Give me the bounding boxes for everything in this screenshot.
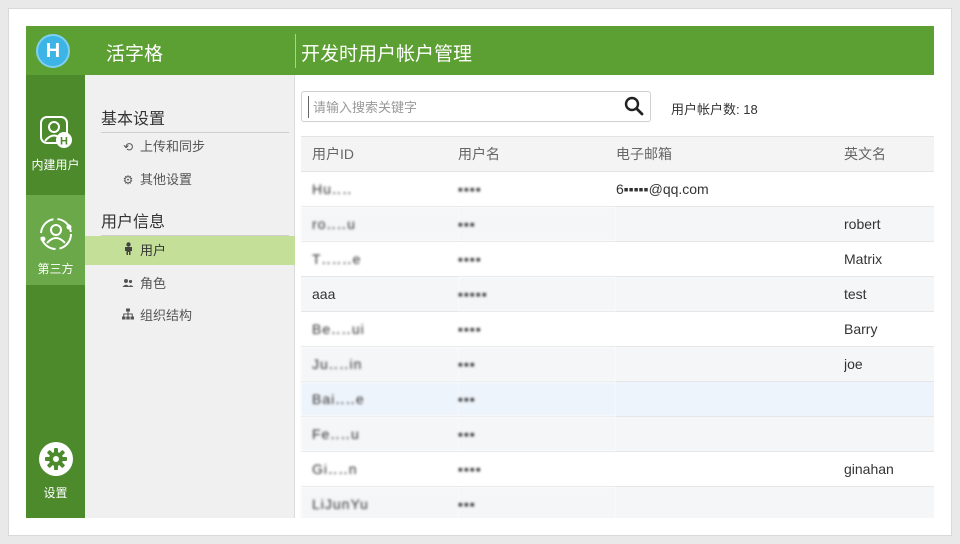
table-row[interactable]: T‥‥‥e ▪▪▪▪ Matrix	[301, 241, 934, 277]
sync-icon: ⟲	[122, 140, 134, 154]
cell-email	[616, 346, 844, 382]
rail-item-third-party[interactable]: 第三方	[26, 195, 85, 285]
section-basic-settings: 基本设置	[101, 105, 289, 133]
cell-user-id: T‥‥‥e	[301, 241, 458, 277]
gear-icon	[26, 441, 85, 480]
cell-email	[616, 276, 844, 312]
cell-email	[616, 451, 844, 487]
cell-username: ▪▪▪▪	[458, 311, 616, 347]
cell-email	[616, 381, 844, 417]
header-bar: H 活字格 开发时用户帐户管理	[26, 26, 934, 75]
cell-english-name: ginahan	[844, 451, 934, 487]
cell-user-id: Hu‥‥	[301, 171, 458, 207]
users-table: 用户ID 用户名 电子邮箱 英文名 Hu‥‥ ▪▪▪▪ 6▪▪▪▪▪@qq.com …	[301, 136, 934, 518]
table-row[interactable]: Hu‥‥ ▪▪▪▪ 6▪▪▪▪▪@qq.com	[301, 171, 934, 207]
nav-label-org: 组织结构	[140, 308, 193, 323]
rail-label-settings: 设置	[43, 486, 68, 500]
cell-username: ▪▪▪▪	[458, 241, 616, 277]
user-count: 用户帐户数: 18	[671, 102, 758, 117]
table-header-row: 用户ID 用户名 电子邮箱 英文名	[301, 136, 934, 172]
cell-email	[616, 311, 844, 347]
table-row[interactable]: Gi‥‥n ▪▪▪▪ ginahan	[301, 451, 934, 487]
sitemap-icon	[121, 302, 135, 331]
rail-item-builtin-users[interactable]: H 内建用户	[26, 75, 85, 195]
rail-label-third: 第三方	[37, 262, 74, 276]
cell-english-name	[844, 381, 934, 417]
table-row[interactable]: aaa ▪▪▪▪▪ test	[301, 276, 934, 312]
cell-user-id: Fe‥‥u	[301, 416, 458, 452]
col-header-username[interactable]: 用户名	[458, 136, 616, 172]
cell-user-id: LiJunYu	[301, 486, 458, 518]
search-icon[interactable]	[624, 96, 644, 121]
cell-user-id: Bai‥‥e	[301, 381, 458, 417]
nav-item-upload-sync[interactable]: ⟲ 上传和同步	[85, 132, 295, 161]
user-h-icon: H	[26, 115, 85, 152]
cell-username: ▪▪▪	[458, 486, 616, 518]
gear-small-icon: ⚙	[122, 173, 134, 187]
nav-label-roles: 角色	[140, 276, 167, 291]
cell-username: ▪▪▪	[458, 346, 616, 382]
nav-label-other-settings: 其他设置	[140, 172, 193, 187]
table-row[interactable]: Bai‥‥e ▪▪▪	[301, 381, 934, 417]
user-circle-icon	[26, 215, 85, 256]
search-box	[301, 91, 651, 122]
svg-text:H: H	[60, 136, 68, 148]
table-row[interactable]: Ju‥‥in ▪▪▪ joe	[301, 346, 934, 382]
users-group-icon	[121, 270, 135, 299]
nav-item-org-structure[interactable]: 组织结构	[85, 301, 295, 330]
search-input[interactable]	[308, 96, 608, 118]
cell-english-name: robert	[844, 206, 934, 242]
col-header-email[interactable]: 电子邮箱	[616, 136, 844, 172]
cell-english-name: Matrix	[844, 241, 934, 277]
table-row[interactable]: ro‥‥u ▪▪▪ robert	[301, 206, 934, 242]
nav-item-roles[interactable]: 角色	[85, 269, 295, 298]
cell-english-name: test	[844, 276, 934, 312]
left-rail: H 内建用户 第三方 设置	[26, 75, 85, 518]
sub-navigation: 基本设置 ⟲ 上传和同步 ⚙ 其他设置 用户信息 用户 角色 组织结构	[85, 75, 295, 518]
cell-email	[616, 206, 844, 242]
nav-label-upload-sync: 上传和同步	[140, 139, 206, 154]
cell-user-id: ro‥‥u	[301, 206, 458, 242]
nav-item-other-settings[interactable]: ⚙ 其他设置	[85, 165, 295, 194]
cell-english-name	[844, 486, 934, 518]
h-logo-icon: H	[36, 34, 70, 68]
cell-user-id: Ju‥‥in	[301, 346, 458, 382]
page-title: 开发时用户帐户管理	[301, 44, 473, 65]
cell-username: ▪▪▪▪	[458, 451, 616, 487]
main-content: 用户帐户数: 18 用户ID 用户名 电子邮箱 英文名 Hu‥‥▪▪▪▪6▪▪▪…	[296, 75, 934, 518]
table-row[interactable]: Be‥‥ui ▪▪▪▪ Barry	[301, 311, 934, 347]
cell-user-id: Gi‥‥n	[301, 451, 458, 487]
cell-username: ▪▪▪	[458, 206, 616, 242]
nav-item-users[interactable]: 用户	[85, 236, 295, 265]
cell-email	[616, 416, 844, 452]
cell-username: ▪▪▪▪▪	[458, 276, 616, 312]
cell-username: ▪▪▪	[458, 381, 616, 417]
section-user-info: 用户信息	[101, 208, 289, 236]
cell-email	[616, 241, 844, 277]
table-row[interactable]: LiJunYu ▪▪▪	[301, 486, 934, 518]
col-header-user-id[interactable]: 用户ID	[301, 136, 458, 172]
cell-english-name	[844, 416, 934, 452]
nav-label-users: 用户	[140, 243, 167, 258]
cell-user-id: Be‥‥ui	[301, 311, 458, 347]
cell-english-name: joe	[844, 346, 934, 382]
cell-english-name	[844, 171, 934, 207]
app: H 活字格 开发时用户帐户管理 H 内建用户 第三方 设置 基本设置 ⟲ 上传和…	[26, 26, 934, 518]
person-icon	[121, 237, 135, 266]
cell-username: ▪▪▪▪	[458, 171, 616, 207]
cell-user-id: aaa	[301, 276, 458, 312]
cell-email	[616, 486, 844, 518]
table-row[interactable]: Fe‥‥u ▪▪▪	[301, 416, 934, 452]
cell-email: 6▪▪▪▪▪@qq.com	[616, 171, 844, 207]
brand-name: 活字格	[106, 44, 164, 65]
rail-label-builtin: 内建用户	[31, 158, 80, 172]
cell-english-name: Barry	[844, 311, 934, 347]
rail-item-settings[interactable]: 设置	[26, 435, 85, 515]
cell-username: ▪▪▪	[458, 416, 616, 452]
header-divider	[295, 34, 296, 68]
col-header-english-name[interactable]: 英文名	[844, 136, 934, 172]
